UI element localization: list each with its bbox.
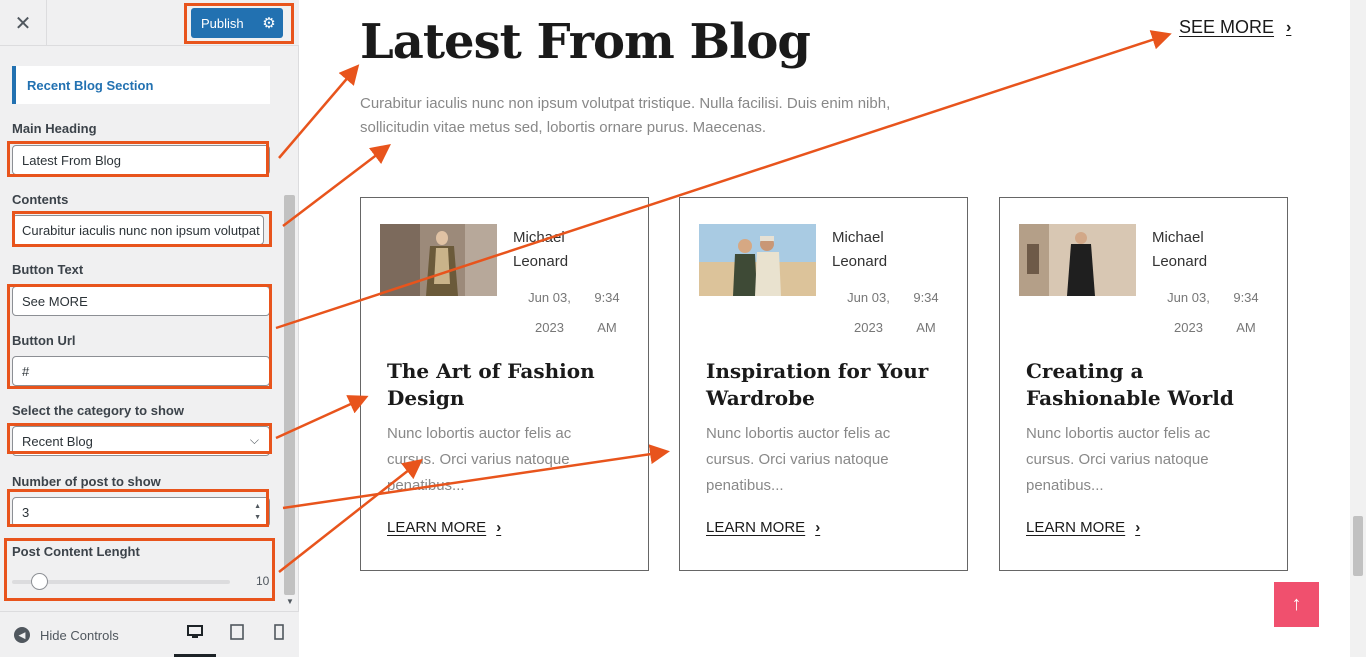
button-text-input[interactable]: See MORE xyxy=(12,286,270,316)
blog-heading: Latest From Blog xyxy=(360,14,811,70)
close-icon: ✕ xyxy=(14,12,32,35)
post-date: Jun 03, 2023 xyxy=(847,290,890,335)
publish-label: Publish xyxy=(201,15,244,31)
learn-more-label: LEARN MORE xyxy=(1026,519,1126,536)
tablet-preview-icon[interactable] xyxy=(227,624,247,644)
category-select[interactable]: Recent Blog ⌵ xyxy=(12,426,270,456)
hide-controls-button[interactable]: ◀ Hide Controls xyxy=(14,627,119,643)
page-scrollbar-thumb[interactable] xyxy=(1353,516,1363,576)
customizer-sidebar: ✕ Publish ⚙ Recent Blog Section Main Hea… xyxy=(0,0,299,657)
scroll-down-icon[interactable]: ▼ xyxy=(286,597,294,606)
main-heading-label: Main Heading xyxy=(12,121,97,136)
post-excerpt: Nunc lobortis auctor felis ac cursus. Or… xyxy=(387,425,572,494)
post-time: 9:34 AM xyxy=(913,290,939,335)
post-title[interactable]: Inspiration for Your Wardrobe xyxy=(706,358,946,412)
button-url-input[interactable]: # xyxy=(12,356,270,386)
customizer-header: ✕ Publish ⚙ xyxy=(0,0,299,46)
post-thumbnail-woman[interactable] xyxy=(1019,224,1136,296)
category-value: Recent Blog xyxy=(22,433,93,449)
blog-card: Michael Leonard Jun 03, 2023 9:34 AM The Ar… xyxy=(360,197,649,571)
chevron-down-icon: ⌵ xyxy=(249,433,259,447)
post-title[interactable]: The Art of Fashion Design xyxy=(387,358,627,412)
contents-input[interactable]: Curabitur iaculis nunc non ipsum volutpa… xyxy=(12,215,264,245)
blog-intro: Curabitur iaculis nunc non ipsum volutpa… xyxy=(360,95,891,136)
back-to-top-button[interactable]: ↑ xyxy=(1274,582,1319,627)
collapse-arrow-icon: ◀ xyxy=(14,627,30,643)
gear-icon[interactable]: ⚙ xyxy=(255,14,283,32)
post-thumbnail-fashion[interactable] xyxy=(380,224,497,296)
post-title[interactable]: Creating a Fashionable World xyxy=(1026,358,1266,412)
post-author: Michael Leonard xyxy=(1152,229,1208,270)
post-count-label: Number of post to show xyxy=(12,474,161,489)
chevron-right-icon: › xyxy=(1135,519,1141,536)
learn-more-link[interactable]: LEARN MORE › xyxy=(387,519,501,536)
post-date: Jun 03, 2023 xyxy=(1167,290,1210,335)
post-date: Jun 03, 2023 xyxy=(528,290,571,335)
post-author: Michael Leonard xyxy=(513,229,569,270)
content-length-value: 10 xyxy=(256,574,270,588)
see-more-label: SEE MORE xyxy=(1179,17,1275,37)
learn-more-label: LEARN MORE xyxy=(706,519,806,536)
learn-more-label: LEARN MORE xyxy=(387,519,487,536)
post-excerpt: Nunc lobortis auctor felis ac cursus. Or… xyxy=(1026,425,1211,494)
publish-button[interactable]: Publish ⚙ xyxy=(191,8,283,38)
see-more-link[interactable]: SEE MORE › xyxy=(1179,17,1291,38)
customizer-footer: ◀ Hide Controls xyxy=(0,611,299,657)
chevron-right-icon: › xyxy=(496,519,502,536)
post-thumbnail-couple[interactable] xyxy=(699,224,816,296)
site-preview: Latest From Blog SEE MORE › Curabitur ia… xyxy=(300,0,1366,657)
chevron-right-icon: › xyxy=(815,519,821,536)
post-excerpt: Nunc lobortis auctor felis ac cursus. Or… xyxy=(706,425,891,494)
button-url-label: Button Url xyxy=(12,333,76,348)
post-time: 9:34 AM xyxy=(594,290,620,335)
desktop-preview-icon[interactable] xyxy=(185,624,205,644)
blog-card: Michael Leonard Jun 03, 2023 9:34 AM Inspir… xyxy=(679,197,968,571)
close-button[interactable]: ✕ xyxy=(0,0,47,46)
content-length-label: Post Content Lenght xyxy=(12,544,140,559)
section-title: Recent Blog Section xyxy=(12,66,270,104)
learn-more-link[interactable]: LEARN MORE › xyxy=(1026,519,1140,536)
mobile-preview-icon[interactable] xyxy=(269,624,289,644)
category-label: Select the category to show xyxy=(12,403,184,418)
page-scrollbar[interactable] xyxy=(1350,0,1366,657)
button-text-label: Button Text xyxy=(12,262,84,277)
sidebar-scrollbar[interactable] xyxy=(284,195,295,595)
contents-label: Contents xyxy=(12,192,69,207)
chevron-right-icon: › xyxy=(1286,18,1292,36)
arrow-up-icon: ↑ xyxy=(1291,593,1302,615)
hide-controls-label: Hide Controls xyxy=(40,627,119,643)
main-heading-input[interactable]: Latest From Blog xyxy=(12,145,270,175)
stepper-arrows-icon[interactable]: ▲ ▼ xyxy=(254,501,261,523)
post-count-value: 3 xyxy=(22,504,30,520)
post-author: Michael Leonard xyxy=(832,229,888,270)
post-time: 9:34 AM xyxy=(1233,290,1259,335)
blog-card: Michael Leonard Jun 03, 2023 9:34 AM Creati… xyxy=(999,197,1288,571)
content-length-slider-thumb[interactable] xyxy=(31,573,48,590)
post-count-input[interactable]: 3 ▲ ▼ xyxy=(12,497,270,527)
learn-more-link[interactable]: LEARN MORE › xyxy=(706,519,820,536)
